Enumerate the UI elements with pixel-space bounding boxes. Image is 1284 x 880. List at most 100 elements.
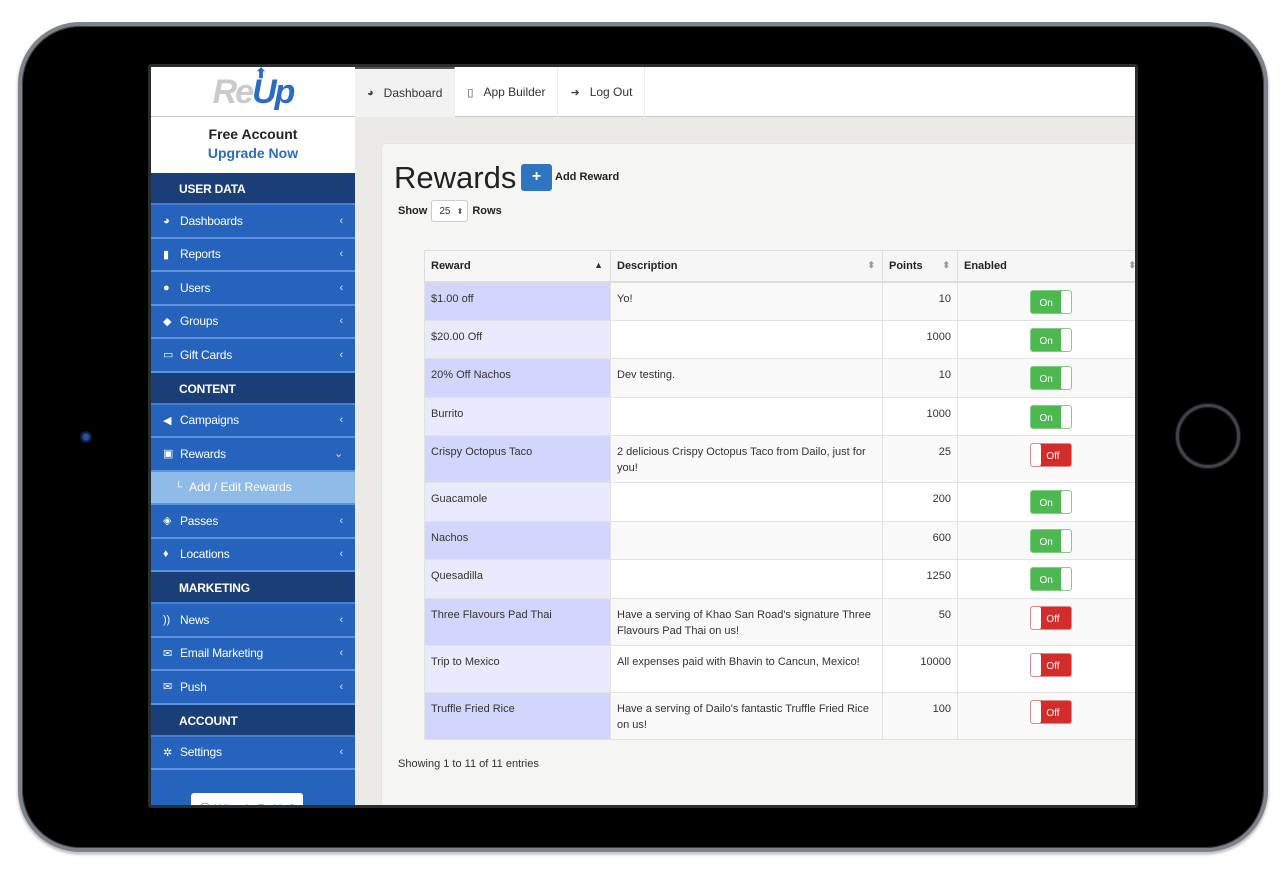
sidebar-item-label: Users (180, 280, 211, 295)
enabled-toggle[interactable]: Off (1029, 605, 1072, 630)
toggle-label: Off (1046, 660, 1060, 672)
rows-per-page-select[interactable]: 25 ⬍ (431, 200, 469, 222)
table-row[interactable]: Quesadilla 1250 On (424, 559, 1135, 599)
column-header-reward[interactable]: Reward ▲ (424, 250, 611, 283)
cell-description: Dev testing. (610, 358, 883, 398)
envelope-icon: ✉ (163, 681, 173, 694)
chevron-left-icon: ‹ (339, 248, 344, 261)
chevron-left-icon: ‹ (339, 214, 344, 227)
cell-points: 1250 (882, 559, 958, 599)
enabled-toggle[interactable]: On (1029, 366, 1072, 390)
what-is-reup-button[interactable]: ⦿ What is ReUp? (191, 793, 303, 805)
enabled-toggle[interactable]: Off (1029, 699, 1072, 724)
sidebar-item-passes[interactable]: ◈ Passes ‹ (151, 505, 355, 539)
toggle-knob (1060, 491, 1071, 513)
sidebar-item-reports[interactable]: ▮ Reports ‹ (151, 238, 355, 272)
nav-app-builder-label: App Builder (483, 85, 546, 99)
table-info: Showing 1 to 11 of 11 entries (398, 758, 539, 770)
column-header-enabled[interactable]: Enabled ⬍ (957, 250, 1135, 283)
add-reward-label[interactable]: Add Reward (555, 171, 619, 183)
sidebar-item-locations[interactable]: ♦ Locations ‹ (151, 538, 355, 572)
toggle-knob (1060, 367, 1071, 389)
sidebar-item-rewards[interactable]: ▣ Rewards ⌄ (151, 438, 355, 472)
table-row[interactable]: Crispy Octopus Taco 2 delicious Crispy Oc… (424, 435, 1135, 483)
cell-enabled: On (957, 319, 1135, 359)
screen: Re ⬆ Up ◕ Dashboard ▯ App Builder ➜ Log O… (148, 64, 1138, 808)
home-button[interactable] (1176, 404, 1240, 468)
sidebar-subitem-add-edit-rewards[interactable]: └ Add / Edit Rewards (151, 471, 355, 505)
dashboard-icon: ◕ (163, 214, 170, 227)
sidebar-item-label: Passes (180, 513, 219, 528)
plus-icon: + (531, 168, 542, 185)
plan-label: Free Account (208, 126, 298, 142)
table-row[interactable]: Guacamole 200 On (424, 482, 1135, 522)
sidebar-item-groups[interactable]: ◆ Groups ‹ (151, 305, 355, 339)
sidebar-item-email-marketing[interactable]: ✉ Email Marketing ‹ (151, 637, 355, 671)
nav-dashboard[interactable]: ◕ Dashboard (355, 67, 456, 117)
cell-points: 10 (882, 358, 958, 398)
enabled-toggle[interactable]: On (1029, 327, 1072, 352)
sidebar-item-users[interactable]: ● Users ‹ (151, 272, 355, 306)
sidebar-item-gift-cards[interactable]: ▭ Gift Cards ‹ (151, 339, 355, 373)
cell-points: 50 (882, 597, 958, 646)
credit-card-icon: ▭ (163, 349, 174, 362)
table-row[interactable]: 20% Off Nachos Dev testing. 10 On (424, 358, 1135, 398)
sidebar-item-label: Email Marketing (180, 646, 264, 661)
enabled-toggle[interactable]: On (1029, 567, 1072, 591)
enabled-toggle[interactable]: On (1029, 528, 1072, 553)
table-row[interactable]: $1.00 off Yo! 10 On (424, 281, 1135, 321)
cell-reward: Burrito (424, 396, 611, 436)
cell-description: Have a serving of Dailo's fantastic Truf… (610, 691, 883, 740)
column-header-points[interactable]: Points ⬍ (882, 250, 958, 283)
logo[interactable]: Re ⬆ Up (151, 67, 355, 117)
cell-reward: $1.00 off (424, 281, 611, 321)
gear-icon: ✲ (163, 746, 173, 759)
cell-enabled: On (957, 520, 1135, 560)
sidebar-item-label: Rewards (180, 446, 226, 461)
enabled-toggle[interactable]: On (1029, 404, 1072, 429)
table-row[interactable]: Trip to Mexico All expenses paid with Bha… (424, 644, 1135, 693)
tree-branch-icon: └ (175, 481, 183, 493)
table-row[interactable]: Burrito 1000 On (424, 396, 1135, 436)
chevron-left-icon: ‹ (339, 348, 344, 361)
cell-reward: $20.00 Off (424, 319, 611, 359)
cell-points: 1000 (882, 396, 958, 436)
sidebar-subitem-label: Add / Edit Rewards (189, 480, 292, 495)
sidebar-item-label: Groups (180, 314, 219, 329)
add-reward-button[interactable]: + (521, 164, 552, 191)
cell-points: 10 (882, 281, 958, 321)
toggle-knob (1060, 290, 1071, 313)
nav-app-builder[interactable]: ▯ App Builder (455, 67, 559, 117)
cell-description: All expenses paid with Bhavin to Cancun,… (610, 644, 883, 693)
table-row[interactable]: $20.00 Off 1000 On (424, 319, 1135, 359)
nav-log-out[interactable]: ➜ Log Out (558, 67, 646, 117)
enabled-toggle[interactable]: On (1029, 289, 1072, 314)
sidebar-item-news[interactable]: )) News ‹ (151, 604, 355, 638)
enabled-toggle[interactable]: On (1029, 490, 1072, 514)
sidebar-item-campaigns[interactable]: ◀ Campaigns ‹ (151, 404, 355, 438)
dashboard-icon: ◕ (367, 87, 374, 99)
map-marker-icon: ♦ (163, 548, 169, 561)
logo-text-up: ⬆ Up (252, 64, 295, 111)
toggle-label: On (1039, 374, 1053, 385)
column-header-description[interactable]: Description ⬍ (610, 250, 883, 283)
sidebar-item-push[interactable]: ✉ Push ‹ (151, 671, 355, 705)
cell-description (610, 396, 883, 436)
upgrade-link[interactable]: Upgrade Now (151, 145, 355, 161)
table-row[interactable]: Truffle Fried Rice Have a serving of Dail… (424, 691, 1135, 740)
cell-enabled: On (957, 482, 1135, 522)
table-row[interactable]: Nachos 600 On (424, 520, 1135, 560)
show-label: Show (398, 205, 428, 217)
enabled-toggle[interactable]: Off (1029, 443, 1072, 467)
bullhorn-icon: ◀ (163, 414, 172, 427)
enabled-toggle[interactable]: Off (1029, 652, 1072, 677)
cell-enabled: On (957, 396, 1135, 436)
sort-icon: ⬍ (867, 260, 875, 270)
sidebar: Free Account Upgrade Now USER DATA ◕ Dash… (151, 117, 355, 805)
sidebar-item-dashboards[interactable]: ◕ Dashboards ‹ (151, 205, 355, 239)
sort-asc-icon: ▲ (594, 260, 603, 270)
page-title: Rewards (394, 160, 517, 195)
sidebar-item-settings[interactable]: ✲ Settings ‹ (151, 736, 355, 770)
cell-reward: Guacamole (424, 482, 611, 522)
table-row[interactable]: Three Flavours Pad Thai Have a serving of… (424, 597, 1135, 646)
